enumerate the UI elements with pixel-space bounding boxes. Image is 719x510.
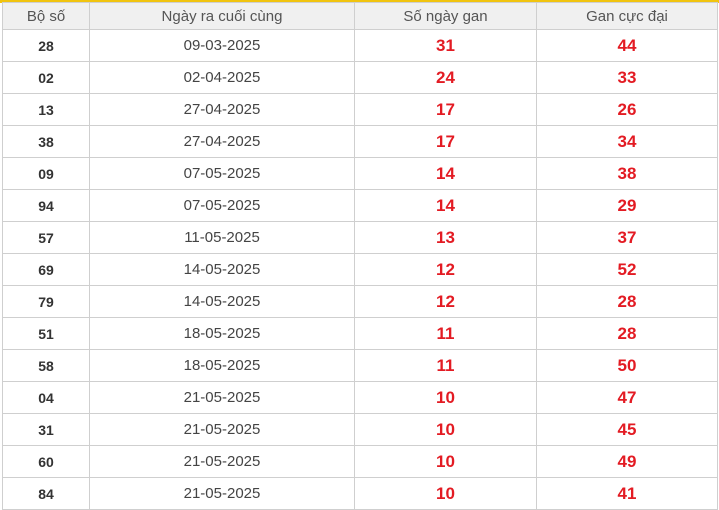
cell-ngay-ra: 18-05-2025: [89, 317, 355, 350]
table-row: 51 18-05-2025 11 28: [2, 317, 718, 350]
cell-ngay-ra: 21-05-2025: [89, 381, 355, 414]
cell-so-ngay-gan: 31: [354, 29, 537, 62]
cell-bo-so: 09: [2, 157, 90, 190]
cell-ngay-ra: 27-04-2025: [89, 93, 355, 126]
header-ngay-ra-cuoi-cung: Ngày ra cuối cùng: [89, 2, 355, 30]
cell-bo-so: 57: [2, 221, 90, 254]
table-row: 69 14-05-2025 12 52: [2, 253, 718, 286]
cell-gan-cuc-dai: 41: [536, 477, 718, 510]
table-row: 04 21-05-2025 10 47: [2, 381, 718, 414]
lo-gan-table: Bộ số Ngày ra cuối cùng Số ngày gan Gan …: [2, 2, 718, 510]
cell-so-ngay-gan: 12: [354, 285, 537, 318]
cell-so-ngay-gan: 11: [354, 317, 537, 350]
table-row: 09 07-05-2025 14 38: [2, 157, 718, 190]
cell-so-ngay-gan: 10: [354, 381, 537, 414]
cell-gan-cuc-dai: 44: [536, 29, 718, 62]
cell-so-ngay-gan: 14: [354, 189, 537, 222]
cell-bo-so: 02: [2, 61, 90, 94]
cell-so-ngay-gan: 10: [354, 445, 537, 478]
cell-so-ngay-gan: 12: [354, 253, 537, 286]
table-row: 31 21-05-2025 10 45: [2, 413, 718, 446]
cell-gan-cuc-dai: 34: [536, 125, 718, 158]
cell-bo-so: 58: [2, 349, 90, 382]
cell-bo-so: 13: [2, 93, 90, 126]
cell-gan-cuc-dai: 38: [536, 157, 718, 190]
cell-gan-cuc-dai: 37: [536, 221, 718, 254]
cell-gan-cuc-dai: 50: [536, 349, 718, 382]
table-header: Bộ số Ngày ra cuối cùng Số ngày gan Gan …: [2, 2, 718, 30]
header-row: Bộ số Ngày ra cuối cùng Số ngày gan Gan …: [2, 2, 718, 30]
cell-gan-cuc-dai: 52: [536, 253, 718, 286]
cell-ngay-ra: 21-05-2025: [89, 445, 355, 478]
header-so-ngay-gan: Số ngày gan: [354, 2, 537, 30]
table-row: 79 14-05-2025 12 28: [2, 285, 718, 318]
cell-ngay-ra: 07-05-2025: [89, 157, 355, 190]
cell-so-ngay-gan: 10: [354, 413, 537, 446]
cell-ngay-ra: 18-05-2025: [89, 349, 355, 382]
cell-ngay-ra: 21-05-2025: [89, 413, 355, 446]
cell-bo-so: 79: [2, 285, 90, 318]
table-row: 02 02-04-2025 24 33: [2, 61, 718, 94]
table-row: 58 18-05-2025 11 50: [2, 349, 718, 382]
page: Bộ số Ngày ra cuối cùng Số ngày gan Gan …: [0, 0, 719, 510]
cell-bo-so: 28: [2, 29, 90, 62]
cell-gan-cuc-dai: 29: [536, 189, 718, 222]
cell-ngay-ra: 07-05-2025: [89, 189, 355, 222]
cell-gan-cuc-dai: 49: [536, 445, 718, 478]
table-body: 28 09-03-2025 31 44 02 02-04-2025 24 33 13 27-0…: [2, 29, 718, 510]
table-row: 57 11-05-2025 13 37: [2, 221, 718, 254]
cell-so-ngay-gan: 11: [354, 349, 537, 382]
cell-ngay-ra: 14-05-2025: [89, 285, 355, 318]
cell-ngay-ra: 21-05-2025: [89, 477, 355, 510]
cell-gan-cuc-dai: 33: [536, 61, 718, 94]
cell-gan-cuc-dai: 26: [536, 93, 718, 126]
cell-ngay-ra: 09-03-2025: [89, 29, 355, 62]
cell-ngay-ra: 02-04-2025: [89, 61, 355, 94]
table-row: 84 21-05-2025 10 41: [2, 477, 718, 510]
cell-gan-cuc-dai: 28: [536, 285, 718, 318]
cell-ngay-ra: 11-05-2025: [89, 221, 355, 254]
cell-so-ngay-gan: 24: [354, 61, 537, 94]
cell-so-ngay-gan: 17: [354, 125, 537, 158]
cell-bo-so: 84: [2, 477, 90, 510]
cell-bo-so: 31: [2, 413, 90, 446]
cell-ngay-ra: 27-04-2025: [89, 125, 355, 158]
table-row: 28 09-03-2025 31 44: [2, 29, 718, 62]
cell-so-ngay-gan: 14: [354, 157, 537, 190]
table-row: 38 27-04-2025 17 34: [2, 125, 718, 158]
cell-bo-so: 51: [2, 317, 90, 350]
cell-gan-cuc-dai: 45: [536, 413, 718, 446]
cell-bo-so: 94: [2, 189, 90, 222]
cell-so-ngay-gan: 17: [354, 93, 537, 126]
cell-gan-cuc-dai: 47: [536, 381, 718, 414]
cell-bo-so: 69: [2, 253, 90, 286]
cell-ngay-ra: 14-05-2025: [89, 253, 355, 286]
cell-bo-so: 38: [2, 125, 90, 158]
table-row: 13 27-04-2025 17 26: [2, 93, 718, 126]
cell-gan-cuc-dai: 28: [536, 317, 718, 350]
table-row: 60 21-05-2025 10 49: [2, 445, 718, 478]
table-row: 94 07-05-2025 14 29: [2, 189, 718, 222]
cell-so-ngay-gan: 10: [354, 477, 537, 510]
cell-bo-so: 04: [2, 381, 90, 414]
header-gan-cuc-dai: Gan cực đại: [536, 2, 718, 30]
cell-bo-so: 60: [2, 445, 90, 478]
cell-so-ngay-gan: 13: [354, 221, 537, 254]
header-bo-so: Bộ số: [2, 2, 90, 30]
